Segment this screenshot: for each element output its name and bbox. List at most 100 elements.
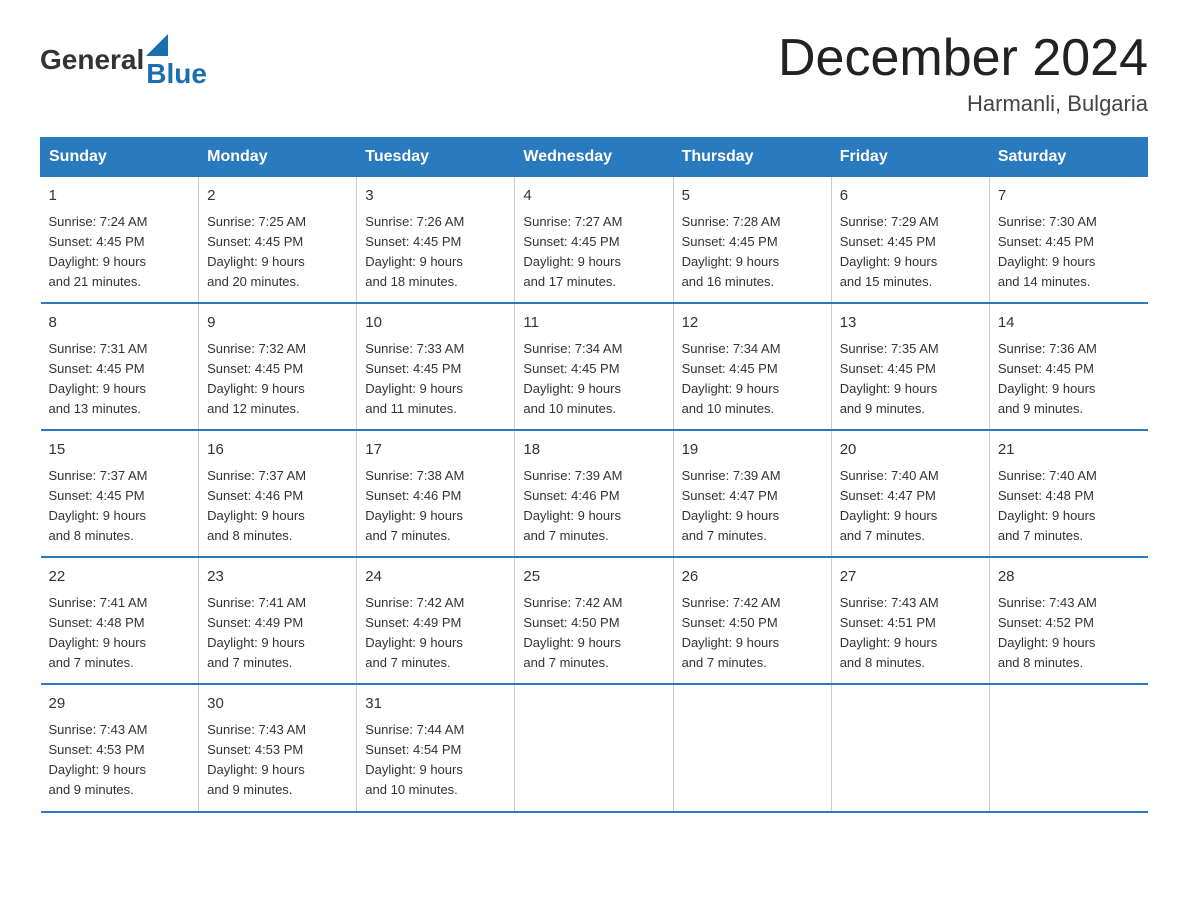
logo: General ​ Blue	[40, 30, 207, 90]
day-info: Sunrise: 7:40 AMSunset: 4:48 PMDaylight:…	[998, 466, 1140, 547]
calendar-table: SundayMondayTuesdayWednesdayThursdayFrid…	[40, 137, 1148, 812]
calendar-cell	[673, 684, 831, 811]
day-info: Sunrise: 7:27 AMSunset: 4:45 PMDaylight:…	[523, 212, 664, 293]
day-info: Sunrise: 7:24 AMSunset: 4:45 PMDaylight:…	[49, 212, 191, 293]
calendar-cell: 21 Sunrise: 7:40 AMSunset: 4:48 PMDayligh…	[989, 430, 1147, 557]
calendar-cell: 7 Sunrise: 7:30 AMSunset: 4:45 PMDaylight…	[989, 177, 1147, 304]
header-wednesday: Wednesday	[515, 138, 673, 177]
calendar-cell	[989, 684, 1147, 811]
day-number: 16	[207, 439, 348, 462]
logo-blue-text: Blue	[146, 58, 207, 90]
day-number: 7	[998, 185, 1140, 208]
calendar-cell: 24 Sunrise: 7:42 AMSunset: 4:49 PMDayligh…	[357, 557, 515, 684]
calendar-cell: 15Sunrise: 7:37 AMSunset: 4:45 PMDayligh…	[41, 430, 199, 557]
day-number: 27	[840, 566, 981, 589]
day-number: 29	[49, 693, 191, 716]
calendar-cell: 5 Sunrise: 7:28 AMSunset: 4:45 PMDaylight…	[673, 177, 831, 304]
calendar-cell	[831, 684, 989, 811]
calendar-cell: 26Sunrise: 7:42 AMSunset: 4:50 PMDayligh…	[673, 557, 831, 684]
day-info: Sunrise: 7:43 AMSunset: 4:51 PMDaylight:…	[840, 593, 981, 674]
calendar-cell: 9 Sunrise: 7:32 AMSunset: 4:45 PMDaylight…	[199, 303, 357, 430]
day-number: 14	[998, 312, 1140, 335]
day-number: 22	[49, 566, 191, 589]
title-section: December 2024 Harmanli, Bulgaria	[778, 30, 1148, 117]
calendar-cell	[515, 684, 673, 811]
day-number: 4	[523, 185, 664, 208]
calendar-cell: 12 Sunrise: 7:34 AMSunset: 4:45 PMDayligh…	[673, 303, 831, 430]
calendar-cell: 29 Sunrise: 7:43 AMSunset: 4:53 PMDayligh…	[41, 684, 199, 811]
day-number: 25	[523, 566, 664, 589]
calendar-cell: 18 Sunrise: 7:39 AMSunset: 4:46 PMDayligh…	[515, 430, 673, 557]
header-friday: Friday	[831, 138, 989, 177]
day-number: 20	[840, 439, 981, 462]
calendar-cell: 1 Sunrise: 7:24 AMSunset: 4:45 PMDaylight…	[41, 177, 199, 304]
day-number: 5	[682, 185, 823, 208]
calendar-cell: 13 Sunrise: 7:35 AMSunset: 4:45 PMDayligh…	[831, 303, 989, 430]
calendar-week-row: 1 Sunrise: 7:24 AMSunset: 4:45 PMDaylight…	[41, 177, 1148, 304]
calendar-cell: 25Sunrise: 7:42 AMSunset: 4:50 PMDayligh…	[515, 557, 673, 684]
logo-general-text: General	[40, 44, 144, 76]
day-info: Sunrise: 7:30 AMSunset: 4:45 PMDaylight:…	[998, 212, 1140, 293]
day-number: 11	[523, 312, 664, 335]
day-number: 24	[365, 566, 506, 589]
day-info: Sunrise: 7:40 AMSunset: 4:47 PMDaylight:…	[840, 466, 981, 547]
calendar-header-row: SundayMondayTuesdayWednesdayThursdayFrid…	[41, 138, 1148, 177]
day-number: 31	[365, 693, 506, 716]
day-info: Sunrise: 7:25 AMSunset: 4:45 PMDaylight:…	[207, 212, 348, 293]
calendar-cell: 30 Sunrise: 7:43 AMSunset: 4:53 PMDayligh…	[199, 684, 357, 811]
header-sunday: Sunday	[41, 138, 199, 177]
page-header: General ​ Blue December 2024 Harmanli, B…	[40, 30, 1148, 117]
day-number: 1	[49, 185, 191, 208]
location-subtitle: Harmanli, Bulgaria	[778, 91, 1148, 117]
day-info: Sunrise: 7:44 AMSunset: 4:54 PMDaylight:…	[365, 720, 506, 801]
calendar-cell: 8 Sunrise: 7:31 AMSunset: 4:45 PMDaylight…	[41, 303, 199, 430]
day-info: Sunrise: 7:26 AMSunset: 4:45 PMDaylight:…	[365, 212, 506, 293]
day-number: 19	[682, 439, 823, 462]
day-info: Sunrise: 7:35 AMSunset: 4:45 PMDaylight:…	[840, 339, 981, 420]
day-info: Sunrise: 7:43 AMSunset: 4:53 PMDaylight:…	[207, 720, 348, 801]
day-number: 30	[207, 693, 348, 716]
day-info: Sunrise: 7:29 AMSunset: 4:45 PMDaylight:…	[840, 212, 981, 293]
calendar-cell: 6 Sunrise: 7:29 AMSunset: 4:45 PMDaylight…	[831, 177, 989, 304]
day-info: Sunrise: 7:37 AMSunset: 4:46 PMDaylight:…	[207, 466, 348, 547]
calendar-week-row: 8 Sunrise: 7:31 AMSunset: 4:45 PMDaylight…	[41, 303, 1148, 430]
calendar-cell: 14Sunrise: 7:36 AMSunset: 4:45 PMDayligh…	[989, 303, 1147, 430]
day-number: 9	[207, 312, 348, 335]
header-monday: Monday	[199, 138, 357, 177]
day-info: Sunrise: 7:34 AMSunset: 4:45 PMDaylight:…	[682, 339, 823, 420]
calendar-cell: 22 Sunrise: 7:41 AMSunset: 4:48 PMDayligh…	[41, 557, 199, 684]
calendar-cell: 17Sunrise: 7:38 AMSunset: 4:46 PMDayligh…	[357, 430, 515, 557]
day-number: 13	[840, 312, 981, 335]
calendar-cell: 10Sunrise: 7:33 AMSunset: 4:45 PMDayligh…	[357, 303, 515, 430]
day-number: 12	[682, 312, 823, 335]
day-info: Sunrise: 7:39 AMSunset: 4:46 PMDaylight:…	[523, 466, 664, 547]
day-number: 2	[207, 185, 348, 208]
day-info: Sunrise: 7:31 AMSunset: 4:45 PMDaylight:…	[49, 339, 191, 420]
logo-blue-part: ​ Blue	[146, 30, 207, 90]
day-info: Sunrise: 7:41 AMSunset: 4:49 PMDaylight:…	[207, 593, 348, 674]
calendar-cell: 20 Sunrise: 7:40 AMSunset: 4:47 PMDayligh…	[831, 430, 989, 557]
day-number: 17	[365, 439, 506, 462]
day-info: Sunrise: 7:41 AMSunset: 4:48 PMDaylight:…	[49, 593, 191, 674]
header-thursday: Thursday	[673, 138, 831, 177]
day-number: 10	[365, 312, 506, 335]
calendar-cell: 2 Sunrise: 7:25 AMSunset: 4:45 PMDaylight…	[199, 177, 357, 304]
calendar-week-row: 29 Sunrise: 7:43 AMSunset: 4:53 PMDayligh…	[41, 684, 1148, 811]
day-number: 3	[365, 185, 506, 208]
calendar-cell: 3 Sunrise: 7:26 AMSunset: 4:45 PMDaylight…	[357, 177, 515, 304]
calendar-cell: 4 Sunrise: 7:27 AMSunset: 4:45 PMDaylight…	[515, 177, 673, 304]
day-info: Sunrise: 7:28 AMSunset: 4:45 PMDaylight:…	[682, 212, 823, 293]
day-number: 6	[840, 185, 981, 208]
day-number: 28	[998, 566, 1140, 589]
day-info: Sunrise: 7:34 AMSunset: 4:45 PMDaylight:…	[523, 339, 664, 420]
day-info: Sunrise: 7:43 AMSunset: 4:53 PMDaylight:…	[49, 720, 191, 801]
calendar-cell: 27 Sunrise: 7:43 AMSunset: 4:51 PMDayligh…	[831, 557, 989, 684]
day-info: Sunrise: 7:32 AMSunset: 4:45 PMDaylight:…	[207, 339, 348, 420]
day-number: 23	[207, 566, 348, 589]
calendar-cell: 16 Sunrise: 7:37 AMSunset: 4:46 PMDayligh…	[199, 430, 357, 557]
day-number: 8	[49, 312, 191, 335]
day-info: Sunrise: 7:42 AMSunset: 4:49 PMDaylight:…	[365, 593, 506, 674]
calendar-cell: 11 Sunrise: 7:34 AMSunset: 4:45 PMDayligh…	[515, 303, 673, 430]
day-number: 18	[523, 439, 664, 462]
day-number: 21	[998, 439, 1140, 462]
